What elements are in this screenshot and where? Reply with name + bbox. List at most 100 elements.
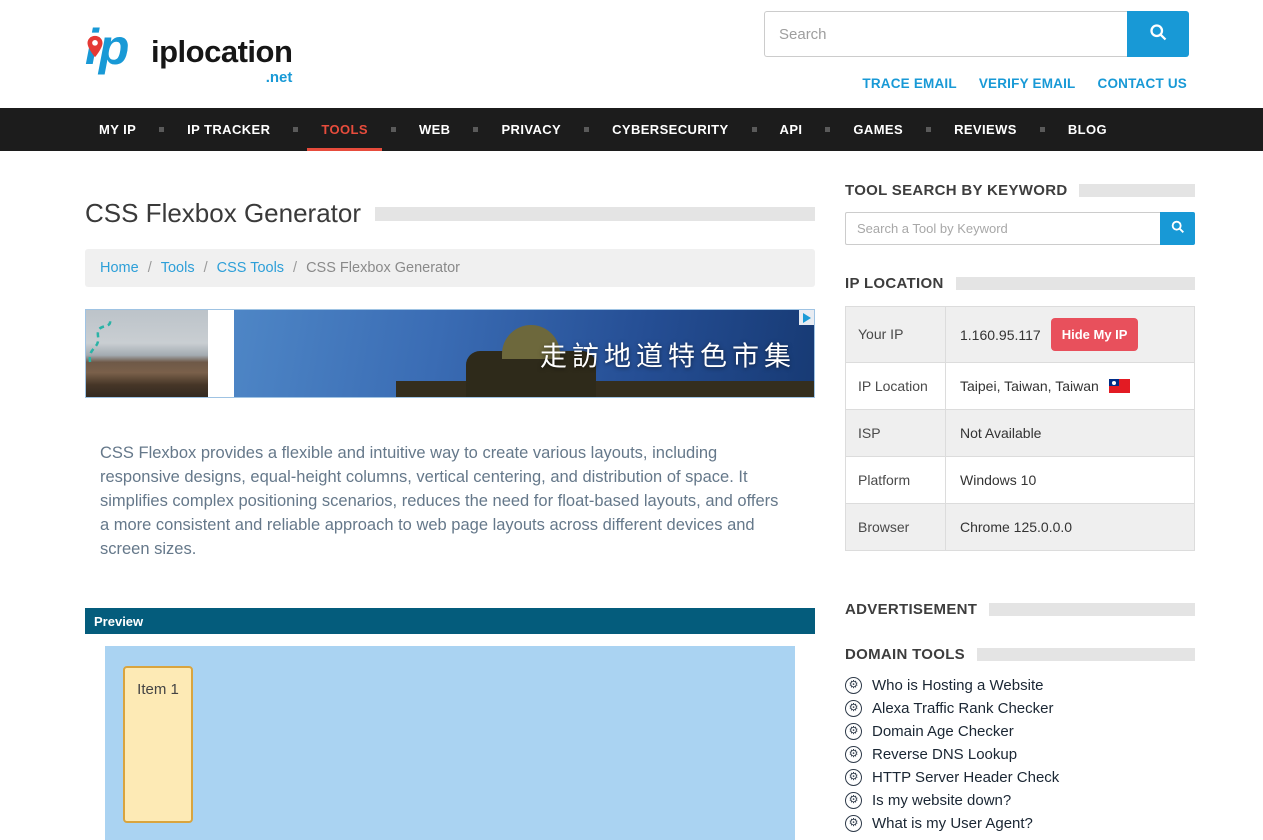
row-label: Your IP	[846, 307, 946, 362]
search-icon	[1170, 219, 1186, 238]
advertisement-heading: ADVERTISEMENT	[845, 601, 1195, 618]
table-row: Your IP 1.160.95.117 Hide My IP	[846, 307, 1194, 363]
breadcrumb-separator	[148, 260, 152, 276]
logo-mark: ip	[85, 10, 151, 84]
ip-location-heading: IP LOCATION	[845, 275, 1195, 292]
site-header: ip iplocation .net TRACE EMAIL VERIFY EM…	[0, 0, 1263, 108]
contact-us-link[interactable]: CONTACT US	[1098, 76, 1188, 91]
title-row: CSS Flexbox Generator	[85, 198, 815, 229]
gear-icon: ⚙	[845, 746, 862, 763]
domain-tool-link-alexa-rank[interactable]: Alexa Traffic Rank Checker	[872, 700, 1053, 717]
tool-search-button[interactable]	[1160, 212, 1195, 245]
table-row: Browser Chrome 125.0.0.0	[846, 504, 1194, 550]
row-value: Chrome 125.0.0.0	[946, 504, 1194, 550]
list-item: ⚙ Domain Age Checker	[845, 723, 1195, 740]
row-value: Taipei, Taiwan, Taiwan	[946, 363, 1194, 409]
page-description: CSS Flexbox provides a flexible and intu…	[85, 441, 805, 561]
nav-item-api[interactable]: API	[766, 108, 817, 151]
heading-decoration-bar	[956, 277, 1195, 290]
preview-header: Preview	[85, 608, 815, 634]
gear-icon: ⚙	[845, 723, 862, 740]
gear-icon: ⚙	[845, 677, 862, 694]
nav-separator	[926, 127, 931, 132]
logo[interactable]: ip iplocation .net	[85, 10, 292, 84]
ad-thumbnail-image	[86, 310, 208, 397]
ad-headline-text: 走訪地道特色市集	[540, 334, 796, 373]
search-input[interactable]	[764, 11, 1127, 57]
logo-tld: .net	[266, 69, 293, 86]
gear-icon: ⚙	[845, 700, 862, 717]
tool-search-input[interactable]	[845, 212, 1160, 245]
nav-separator	[825, 127, 830, 132]
breadcrumb-tools[interactable]: Tools	[161, 260, 195, 276]
domain-tools-list: ⚙ Who is Hosting a Website ⚙ Alexa Traff…	[845, 677, 1195, 832]
page-title: CSS Flexbox Generator	[85, 198, 361, 229]
nav-separator	[584, 127, 589, 132]
breadcrumb-separator	[293, 260, 297, 276]
advertisement-heading-text: ADVERTISEMENT	[845, 601, 977, 618]
tool-search-heading-text: TOOL SEARCH BY KEYWORD	[845, 182, 1067, 199]
row-label: ISP	[846, 410, 946, 456]
title-decoration-bar	[375, 207, 815, 221]
heading-decoration-bar	[1079, 184, 1195, 197]
main-nav: MY IP IP TRACKER TOOLS WEB PRIVACY CYBER…	[0, 108, 1263, 151]
main-column: CSS Flexbox Generator Home Tools CSS Too…	[85, 182, 815, 840]
ad-buildings-silhouette	[396, 381, 814, 397]
breadcrumb-home[interactable]: Home	[100, 260, 139, 276]
nav-item-reviews[interactable]: REVIEWS	[940, 108, 1031, 151]
platform-value: Windows 10	[960, 472, 1036, 488]
heading-decoration-bar	[977, 648, 1195, 661]
list-item: ⚙ Is my website down?	[845, 792, 1195, 809]
search-button[interactable]	[1127, 11, 1189, 57]
list-item: ⚙ Who is Hosting a Website	[845, 677, 1195, 694]
nav-item-games[interactable]: GAMES	[839, 108, 917, 151]
nav-separator	[391, 127, 396, 132]
header-links: TRACE EMAIL VERIFY EMAIL CONTACT US	[862, 76, 1187, 91]
list-item: ⚙ Reverse DNS Lookup	[845, 746, 1195, 763]
header-search	[764, 11, 1189, 57]
taiwan-flag-icon	[1109, 379, 1130, 393]
isp-value: Not Available	[960, 425, 1041, 441]
domain-tool-link-user-agent[interactable]: What is my User Agent?	[872, 815, 1033, 832]
nav-item-ip-tracker[interactable]: IP TRACKER	[173, 108, 284, 151]
ip-location-value: Taipei, Taiwan, Taiwan	[960, 378, 1099, 394]
adchoices-icon[interactable]	[799, 310, 814, 325]
tool-search-heading: TOOL SEARCH BY KEYWORD	[845, 182, 1195, 199]
preview-box: Preview Item 1	[85, 608, 815, 840]
nav-item-privacy[interactable]: PRIVACY	[487, 108, 575, 151]
breadcrumb-css-tools[interactable]: CSS Tools	[217, 260, 284, 276]
logo-text: iplocation .net	[151, 34, 292, 84]
verify-email-link[interactable]: VERIFY EMAIL	[979, 76, 1076, 91]
heading-decoration-bar	[989, 603, 1195, 616]
breadcrumb-current: CSS Flexbox Generator	[306, 260, 460, 276]
hide-my-ip-button[interactable]: Hide My IP	[1051, 318, 1139, 351]
nav-separator	[1040, 127, 1045, 132]
search-icon	[1148, 22, 1169, 46]
breadcrumb-separator	[204, 260, 208, 276]
nav-separator	[159, 127, 164, 132]
preview-body: Item 1	[85, 634, 815, 840]
nav-item-tools[interactable]: TOOLS	[307, 108, 382, 151]
flex-preview-item: Item 1	[123, 666, 193, 823]
nav-item-my-ip[interactable]: MY IP	[85, 108, 150, 151]
domain-tool-link-hosting[interactable]: Who is Hosting a Website	[872, 677, 1043, 694]
trace-email-link[interactable]: TRACE EMAIL	[862, 76, 956, 91]
domain-tool-link-website-down[interactable]: Is my website down?	[872, 792, 1011, 809]
list-item: ⚙ Alexa Traffic Rank Checker	[845, 700, 1195, 717]
row-value: 1.160.95.117 Hide My IP	[946, 307, 1194, 362]
location-pin-icon	[85, 6, 105, 80]
row-value: Not Available	[946, 410, 1194, 456]
breadcrumb: Home Tools CSS Tools CSS Flexbox Generat…	[85, 249, 815, 287]
domain-tool-link-reverse-dns[interactable]: Reverse DNS Lookup	[872, 746, 1017, 763]
nav-item-cybersecurity[interactable]: CYBERSECURITY	[598, 108, 742, 151]
sidebar: TOOL SEARCH BY KEYWORD IP LOCATION Your …	[845, 182, 1195, 840]
nav-item-blog[interactable]: BLOG	[1054, 108, 1121, 151]
domain-tool-link-domain-age[interactable]: Domain Age Checker	[872, 723, 1014, 740]
content: CSS Flexbox Generator Home Tools CSS Too…	[0, 151, 1263, 840]
browser-value: Chrome 125.0.0.0	[960, 519, 1072, 535]
row-value: Windows 10	[946, 457, 1194, 503]
nav-item-web[interactable]: WEB	[405, 108, 465, 151]
ad-banner[interactable]: 走訪地道特色市集	[85, 309, 815, 398]
nav-separator	[293, 127, 298, 132]
domain-tool-link-http-header[interactable]: HTTP Server Header Check	[872, 769, 1059, 786]
